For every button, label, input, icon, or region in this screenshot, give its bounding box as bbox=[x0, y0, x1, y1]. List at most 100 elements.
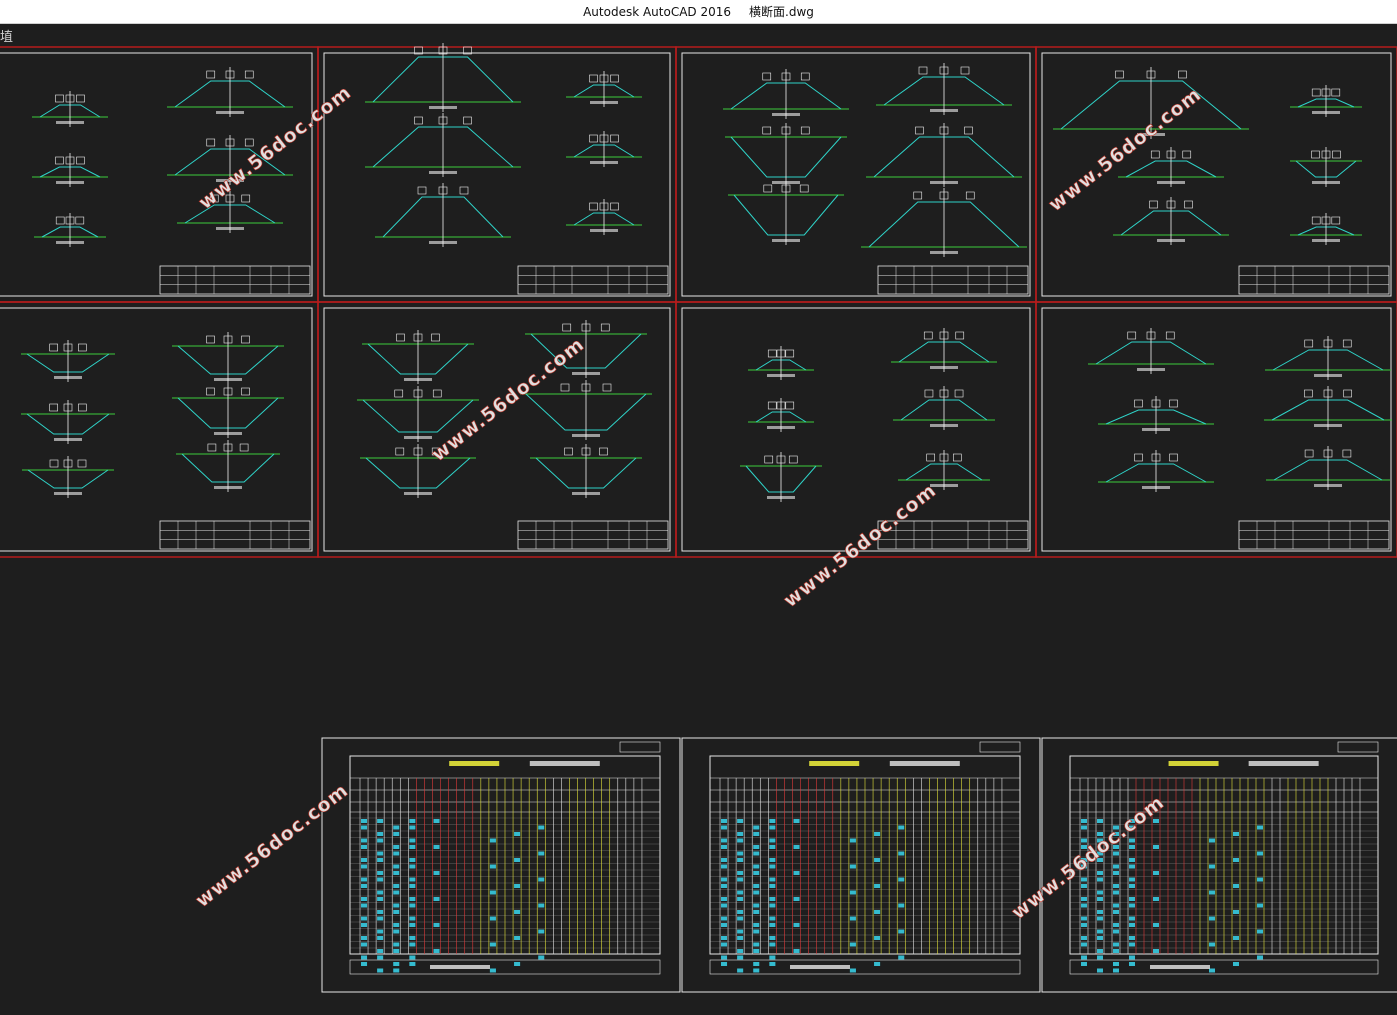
station-label bbox=[572, 492, 600, 495]
data-cell bbox=[721, 884, 728, 888]
data-cell bbox=[377, 890, 384, 895]
drawing-sheet bbox=[0, 46, 319, 303]
data-cell bbox=[1129, 942, 1135, 947]
data-cell bbox=[769, 903, 776, 908]
data-cell bbox=[769, 942, 776, 947]
data-cell bbox=[753, 962, 760, 966]
elevation-label bbox=[241, 335, 250, 344]
elevation-label bbox=[763, 184, 773, 193]
cut-section bbox=[172, 384, 284, 438]
header-title bbox=[889, 761, 960, 766]
title-block bbox=[517, 265, 669, 295]
data-cell bbox=[409, 942, 416, 947]
data-cell bbox=[874, 832, 881, 836]
data-cell bbox=[393, 968, 400, 973]
elevation-label bbox=[926, 453, 936, 462]
data-cell bbox=[433, 897, 440, 901]
elevation-label bbox=[918, 66, 928, 75]
elevation-label bbox=[77, 459, 87, 468]
data-cell bbox=[409, 897, 416, 901]
data-cell bbox=[377, 851, 384, 856]
data-cell bbox=[377, 916, 384, 921]
data-cell bbox=[769, 858, 776, 862]
station-label bbox=[572, 372, 600, 375]
elevation-label bbox=[1169, 399, 1178, 408]
elevation-label bbox=[463, 116, 472, 125]
data-cell bbox=[377, 910, 384, 914]
title-block-frame bbox=[517, 520, 669, 550]
data-cell bbox=[1209, 942, 1215, 947]
data-cell bbox=[409, 864, 416, 869]
station-label bbox=[1157, 239, 1185, 242]
elevation-label bbox=[767, 401, 777, 410]
elevation-label bbox=[1331, 216, 1341, 225]
data-cell bbox=[1081, 936, 1087, 940]
elevation-label bbox=[1182, 150, 1192, 159]
data-cell bbox=[433, 949, 440, 953]
data-cell bbox=[377, 858, 384, 862]
data-cell bbox=[409, 825, 416, 830]
data-cell bbox=[1113, 851, 1119, 856]
page-number-box bbox=[979, 741, 1021, 753]
station-label bbox=[1312, 181, 1340, 184]
data-cell bbox=[377, 968, 384, 973]
elevation-label bbox=[560, 383, 570, 392]
data-cell bbox=[361, 838, 368, 843]
station-label bbox=[54, 492, 82, 495]
data-cell bbox=[721, 916, 728, 921]
fill-section bbox=[723, 69, 849, 119]
data-cell bbox=[737, 858, 744, 862]
data-cell bbox=[361, 845, 368, 849]
elevation-label bbox=[610, 74, 619, 83]
elevation-label bbox=[762, 126, 772, 135]
data-cell bbox=[409, 819, 416, 823]
page-number-box bbox=[619, 741, 661, 753]
elevation-label bbox=[206, 335, 215, 344]
data-cell bbox=[1233, 936, 1239, 940]
elevation-label bbox=[206, 387, 215, 396]
data-cell bbox=[489, 968, 496, 973]
data-cell bbox=[898, 903, 905, 908]
elevation-label bbox=[767, 349, 777, 358]
data-cell bbox=[737, 832, 744, 836]
data-cell bbox=[409, 923, 416, 927]
station-label bbox=[772, 239, 800, 242]
data-cell bbox=[721, 877, 728, 882]
sheet-outer-border bbox=[317, 46, 677, 303]
station-label bbox=[590, 229, 618, 232]
data-cell bbox=[1081, 884, 1087, 888]
data-cell bbox=[753, 929, 760, 934]
data-cell bbox=[721, 845, 728, 849]
data-cell bbox=[1081, 897, 1087, 901]
sheet-inner-border bbox=[1041, 307, 1392, 552]
cut-section bbox=[725, 123, 847, 187]
cut-section bbox=[176, 440, 280, 492]
elevation-label bbox=[414, 116, 423, 125]
drawing-canvas[interactable]: www.56doc.com www.56doc.com www.56doc.com w… bbox=[0, 23, 1397, 1015]
elevation-label bbox=[762, 72, 772, 81]
drawing-sheet bbox=[317, 301, 677, 558]
data-cell bbox=[361, 884, 368, 888]
station-label bbox=[429, 171, 457, 174]
data-cell bbox=[753, 864, 760, 869]
data-cell bbox=[1113, 949, 1119, 953]
elevation-label bbox=[78, 403, 87, 412]
station-label bbox=[767, 496, 795, 499]
data-cell bbox=[721, 897, 728, 901]
data-cell bbox=[874, 910, 881, 914]
cut-section bbox=[21, 340, 115, 382]
data-cell bbox=[361, 923, 368, 927]
header-title bbox=[529, 761, 600, 766]
data-cell bbox=[409, 838, 416, 843]
data-cell bbox=[1233, 858, 1239, 862]
title-block bbox=[159, 265, 311, 295]
data-cell bbox=[793, 897, 800, 901]
fill-section bbox=[876, 63, 1012, 115]
station-label bbox=[930, 181, 958, 184]
data-cell bbox=[433, 819, 440, 823]
fill-section bbox=[32, 153, 108, 187]
elevation-label bbox=[239, 443, 249, 452]
elevation-label bbox=[1165, 331, 1175, 340]
data-cell bbox=[393, 832, 400, 836]
title-block-frame bbox=[159, 520, 311, 550]
